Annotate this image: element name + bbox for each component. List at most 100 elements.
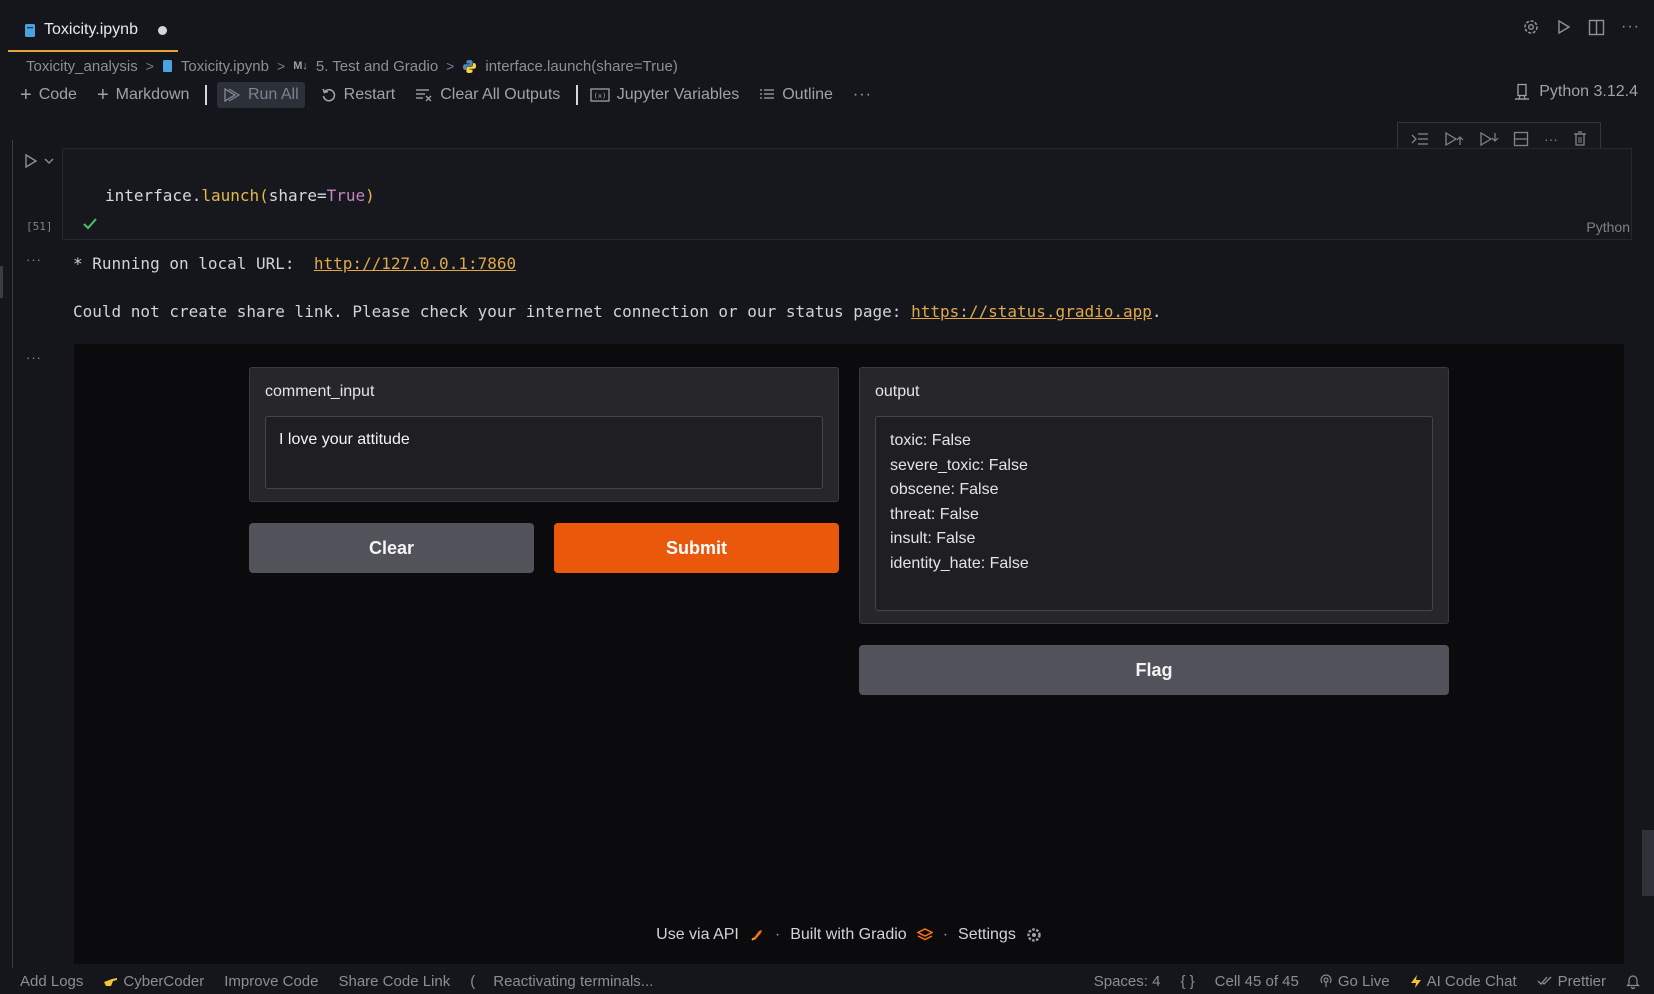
clear-all-outputs-button[interactable]: Clear All Outputs: [415, 82, 560, 108]
jupyter-variables-button[interactable]: (x) Jupyter Variables: [590, 82, 739, 108]
comment-input-panel: comment_input I love your attitude: [249, 367, 839, 502]
add-markdown-label: Markdown: [115, 86, 190, 103]
notification-bell-icon[interactable]: [1626, 974, 1640, 989]
output-more-icon[interactable]: ···: [26, 252, 42, 267]
delete-cell-icon[interactable]: [1573, 131, 1587, 147]
gear-icon: [1026, 927, 1042, 943]
cell-position-item[interactable]: Cell 45 of 45: [1215, 973, 1299, 990]
run-all-icon: [223, 87, 241, 103]
breadcrumb-file[interactable]: Toxicity.ipynb: [181, 58, 269, 75]
ai-code-chat-item[interactable]: AI Code Chat: [1410, 973, 1517, 990]
status-right: Spaces: 4 { } Cell 45 of 45 Go Live AI C…: [1094, 973, 1640, 990]
output-line-local-url: * Running on local URL: http://127.0.0.1…: [73, 254, 516, 273]
output-values: toxic: False severe_toxic: False obscene…: [890, 429, 1029, 576]
gradio-footer: Use via API · Built with Gradio · Settin…: [74, 926, 1624, 944]
more-actions-icon[interactable]: ···: [1621, 18, 1640, 36]
run-by-line-icon[interactable]: [1411, 132, 1429, 146]
output-label: output: [875, 383, 920, 400]
cybercoder-item[interactable]: CyberCoder: [103, 973, 204, 990]
clear-button[interactable]: Clear: [249, 523, 534, 573]
add-logs-item[interactable]: Add Logs: [20, 973, 83, 990]
prettier-item[interactable]: Prettier: [1537, 973, 1606, 990]
run-all-button[interactable]: Run All: [216, 82, 305, 108]
cell-run-controls: [24, 153, 54, 169]
output-text: .: [1151, 302, 1162, 321]
code-keyword-arg: share: [268, 186, 317, 205]
toolbar-more-icon[interactable]: ···: [853, 86, 872, 104]
code-paren-close: ): [365, 186, 375, 205]
code-function: launch: [201, 186, 260, 205]
markdown-icon: M↓: [293, 60, 308, 72]
go-live-item[interactable]: Go Live: [1319, 973, 1390, 990]
settings-link[interactable]: Settings: [958, 926, 1016, 944]
status-page-link[interactable]: https://status.gradio.app: [911, 302, 1152, 321]
run-cell-icon[interactable]: [24, 153, 38, 169]
success-check-icon: [82, 217, 98, 231]
output-field[interactable]: toxic: False severe_toxic: False obscene…: [875, 416, 1433, 611]
scrollbar-thumb[interactable]: [1642, 830, 1654, 896]
local-url-link[interactable]: http://127.0.0.1:7860: [314, 254, 516, 273]
unsaved-dot-icon[interactable]: [157, 25, 167, 35]
split-cell-icon[interactable]: [1513, 131, 1529, 147]
spinner-icon: (: [470, 972, 476, 990]
go-live-label: Go Live: [1337, 972, 1390, 990]
cell-more-icon[interactable]: ···: [1544, 131, 1558, 147]
breadcrumb: Toxicity_analysis > Toxicity.ipynb > M↓ …: [26, 55, 678, 77]
split-editor-icon[interactable]: [1588, 19, 1605, 36]
kernel-picker[interactable]: Python 3.12.4: [1514, 83, 1638, 101]
kernel-icon: [1514, 83, 1530, 101]
chevron-down-icon[interactable]: [44, 157, 54, 165]
run-icon[interactable]: [1556, 19, 1572, 35]
editor-tab-toxicity[interactable]: Toxicity.ipynb: [8, 10, 178, 52]
breadcrumb-symbol[interactable]: interface.launch(share=True): [485, 58, 677, 75]
code-editor[interactable]: interface.launch(share=True): [105, 186, 375, 205]
outline-label: Outline: [782, 86, 833, 103]
notebook-file-icon: [24, 23, 36, 38]
comment-input-field[interactable]: I love your attitude: [265, 416, 823, 489]
clear-outputs-icon: [415, 88, 433, 102]
cell-language[interactable]: Python: [1586, 219, 1630, 235]
add-code-label: Code: [38, 86, 77, 103]
use-via-api-link[interactable]: Use via API: [656, 926, 739, 944]
indentation-item[interactable]: Spaces: 4: [1094, 973, 1161, 990]
language-mode-braces-icon[interactable]: { }: [1180, 973, 1194, 990]
variables-icon: (x): [590, 87, 610, 103]
restart-label: Restart: [343, 86, 396, 103]
gradio-app: comment_input I love your attitude Clear…: [74, 344, 1624, 964]
output-more-icon[interactable]: ···: [26, 350, 42, 365]
gear-icon[interactable]: [1522, 18, 1540, 36]
submit-button[interactable]: Submit: [554, 523, 839, 573]
execute-above-icon[interactable]: [1444, 131, 1464, 147]
outline-button[interactable]: Outline: [759, 82, 833, 108]
flag-button[interactable]: Flag: [859, 645, 1449, 695]
output-text: Could not create share link. Please chec…: [73, 302, 912, 321]
run-all-label: Run All: [247, 86, 299, 103]
python-icon: [462, 59, 477, 74]
output-line-insult: insult: False: [890, 530, 976, 547]
prettier-label: Prettier: [1557, 972, 1606, 990]
gradio-logo-icon: [916, 928, 933, 942]
reactivating-label: Reactivating terminals...: [493, 972, 654, 990]
chevron-right-icon: >: [145, 58, 154, 74]
rocket-icon: [749, 927, 765, 943]
status-bar: Add Logs CyberCoder Improve Code Share C…: [0, 968, 1654, 994]
execution-count: [51]: [26, 220, 53, 233]
improve-code-item[interactable]: Improve Code: [224, 973, 318, 990]
ai-code-chat-label: AI Code Chat: [1426, 972, 1517, 990]
output-line-share-error: Could not create share link. Please chec…: [73, 302, 1162, 321]
built-with-gradio-link[interactable]: Built with Gradio: [790, 926, 907, 944]
toolbar-divider: [205, 85, 207, 105]
code-paren-open: (: [259, 186, 269, 205]
add-markdown-cell-button[interactable]: + Markdown: [97, 82, 190, 108]
share-code-link-item[interactable]: Share Code Link: [338, 973, 450, 990]
cybercoder-label: CyberCoder: [123, 972, 205, 990]
breadcrumb-section[interactable]: 5. Test and Gradio: [316, 58, 438, 75]
lightning-icon: [1410, 974, 1422, 989]
restart-kernel-button[interactable]: Restart: [321, 82, 396, 108]
comment-input-value: I love your attitude: [279, 431, 410, 448]
breadcrumb-folder[interactable]: Toxicity_analysis: [26, 58, 138, 75]
editor-actions: ···: [1522, 18, 1640, 36]
code-object: interface: [105, 186, 192, 205]
add-code-cell-button[interactable]: + Code: [20, 82, 77, 108]
execute-below-icon[interactable]: [1479, 131, 1499, 147]
